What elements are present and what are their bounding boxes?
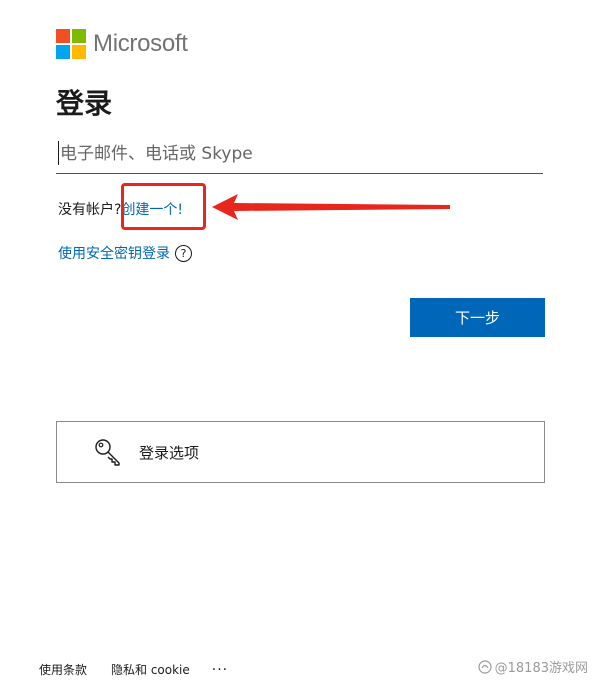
watermark-logo-icon [478,659,492,674]
no-account-row: 没有帐户? 创建一个! [58,199,183,219]
text-cursor [58,141,59,165]
watermark: @18183游戏网 [478,657,588,676]
signin-options-button[interactable]: 登录选项 [56,421,545,483]
security-key-label: 使用安全密钥登录 [58,246,170,262]
microsoft-logo-icon [56,29,86,59]
create-account-link[interactable]: 创建一个! [121,199,183,219]
more-options-button[interactable]: ··· [212,662,228,678]
no-account-text: 没有帐户? [58,202,122,218]
terms-of-use-link[interactable]: 使用条款 [39,661,87,678]
watermark-text: @18183游戏网 [494,661,588,676]
next-button[interactable]: 下一步 [410,298,545,337]
brand-name: Microsoft [93,30,188,57]
key-icon [93,437,123,467]
security-key-signin-link[interactable]: 使用安全密钥登录 ? [58,243,192,263]
signin-page: Microsoft 登录 没有帐户? 创建一个! 使用安全密钥登录 ? 下一步 … [0,0,600,687]
page-title: 登录 [56,87,113,120]
microsoft-logo: Microsoft [56,29,188,59]
footer: 使用条款 隐私和 cookie ··· [39,661,228,678]
privacy-cookies-link[interactable]: 隐私和 cookie [111,661,190,678]
annotation-arrow-icon [212,194,450,220]
email-field[interactable] [56,134,543,174]
signin-options-label: 登录选项 [139,443,200,462]
help-icon[interactable]: ? [175,244,192,262]
